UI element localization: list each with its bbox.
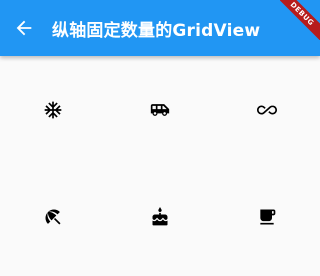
grid-item <box>213 56 320 163</box>
free-breakfast-icon <box>259 209 275 224</box>
grid-item <box>0 163 107 270</box>
grid-item <box>107 163 214 270</box>
back-button[interactable] <box>4 8 44 48</box>
all-inclusive-icon <box>256 105 277 114</box>
beach-access-icon <box>45 209 61 224</box>
grid-item <box>107 56 214 163</box>
ac-unit-icon <box>44 101 62 118</box>
grid-item <box>0 56 107 163</box>
grid-item <box>213 163 320 270</box>
debug-banner-label: DEBUG <box>280 0 320 40</box>
arrow-back-icon <box>16 20 32 36</box>
airport-shuttle-icon <box>150 103 170 116</box>
debug-banner: DEBUG <box>280 0 320 40</box>
app-bar: 纵轴固定数量的GridView DEBUG <box>0 0 320 56</box>
icon-grid <box>0 56 320 270</box>
page-title: 纵轴固定数量的GridView <box>52 20 261 41</box>
cake-icon <box>152 206 168 225</box>
